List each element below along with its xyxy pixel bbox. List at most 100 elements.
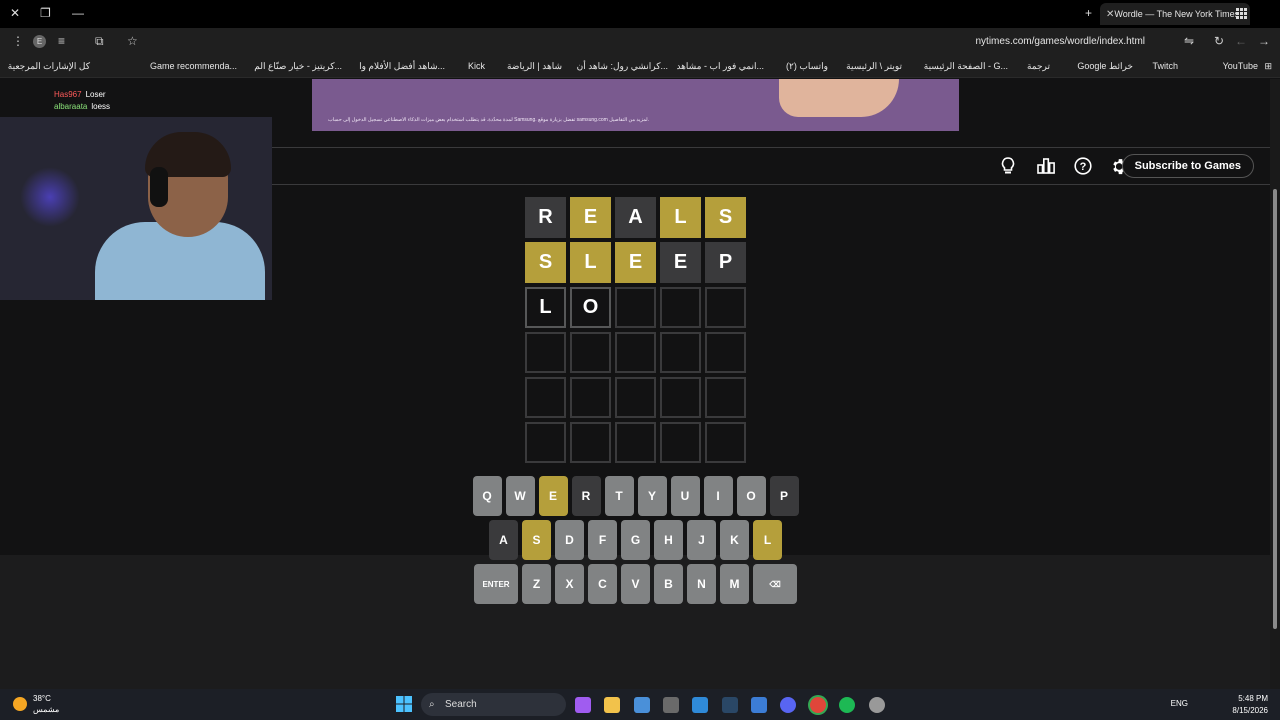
reload-icon[interactable]: ↻: [1214, 34, 1224, 48]
minimize-window-icon[interactable]: —: [72, 6, 84, 20]
key-k[interactable]: K: [720, 520, 749, 560]
chat-username: Has967: [54, 90, 82, 99]
key-e[interactable]: E: [538, 476, 568, 516]
board-tile: L: [525, 287, 566, 328]
app-icon-2[interactable]: [869, 697, 885, 713]
board-tile: [660, 422, 701, 463]
new-tab-icon[interactable]: +: [1085, 6, 1092, 20]
bookmark-item[interactable]: انمي فور اب - مشاهد...: [676, 61, 764, 72]
url-field[interactable]: nytimes.com/games/wordle/index.html: [975, 36, 1145, 47]
bookmarks-overflow-icon[interactable]: ⊞: [1264, 61, 1272, 72]
spotify-icon[interactable]: [839, 697, 855, 713]
key-v[interactable]: V: [621, 564, 650, 604]
language-indicator[interactable]: ENG: [1171, 699, 1188, 708]
bookmark-item[interactable]: Google خرائط: [1077, 61, 1133, 72]
photos-icon[interactable]: [634, 697, 650, 713]
backspace-key[interactable]: ⌫: [753, 564, 797, 604]
back-icon[interactable]: →: [1258, 34, 1270, 48]
browser-tabbar: ✕ ❐ — + ✕ Wordle — The New York Times: [0, 0, 1280, 28]
weather-widget[interactable]: 38°C مشمس: [13, 693, 59, 715]
tab-close-icon[interactable]: ✕: [1106, 9, 1114, 20]
bookmark-item[interactable]: Twitch: [1152, 61, 1178, 71]
enter-key[interactable]: ENTER: [474, 564, 518, 604]
discord-icon[interactable]: [780, 697, 796, 713]
search-icon: ⌕: [429, 699, 435, 710]
key-y[interactable]: Y: [637, 476, 667, 516]
subscribe-button[interactable]: Subscribe to Games: [1121, 154, 1254, 178]
bookmark-item[interactable]: كريتيز - خيار صنّاع الم...: [254, 61, 342, 72]
address-bar: ⋮ E ≡ ⧉ ☆ nytimes.com/games/wordle/index…: [0, 28, 1280, 56]
bookmark-item[interactable]: Game recommenda...: [150, 61, 237, 71]
reading-list-icon[interactable]: ≡: [58, 34, 65, 48]
key-l[interactable]: L: [753, 520, 782, 560]
site-settings-icon[interactable]: ⇋: [1184, 34, 1194, 48]
bookmark-star-icon[interactable]: ☆: [127, 34, 138, 48]
key-w[interactable]: W: [505, 476, 535, 516]
bookmark-item[interactable]: Kick: [468, 61, 485, 71]
key-d[interactable]: D: [555, 520, 584, 560]
key-s[interactable]: S: [522, 520, 551, 560]
tab-wordle[interactable]: ✕ Wordle — The New York Times: [1100, 3, 1250, 25]
restore-window-icon[interactable]: ❐: [40, 6, 51, 20]
system-clock[interactable]: 5:48 PM 8/15/2026: [1232, 693, 1268, 717]
game-header: ? Subscribe to Games: [272, 148, 1270, 185]
bookmark-item[interactable]: تويتر \ الرئيسية: [846, 61, 902, 72]
key-p[interactable]: P: [769, 476, 799, 516]
windows-start-icon[interactable]: [396, 696, 412, 712]
key-r[interactable]: R: [571, 476, 601, 516]
key-x[interactable]: X: [555, 564, 584, 604]
bookmark-item[interactable]: الصفحة الرئيسية - G...: [924, 61, 1008, 72]
key-g[interactable]: G: [621, 520, 650, 560]
store-icon[interactable]: [663, 697, 679, 713]
board-tile: [705, 332, 746, 373]
scrollbar-thumb[interactable]: [1273, 189, 1277, 629]
chat-message: Has967 Loser: [54, 89, 110, 101]
key-c[interactable]: C: [588, 564, 617, 604]
key-j[interactable]: J: [687, 520, 716, 560]
hint-lightbulb-icon[interactable]: [998, 156, 1018, 176]
key-h[interactable]: H: [654, 520, 683, 560]
page-scrollbar[interactable]: [1270, 79, 1280, 689]
profile-avatar[interactable]: E: [33, 35, 46, 48]
board-tile: A: [615, 197, 656, 238]
mail-icon[interactable]: [751, 697, 767, 713]
board-tile: E: [660, 242, 701, 283]
board-tile: [525, 377, 566, 418]
key-o[interactable]: O: [736, 476, 766, 516]
bookmark-item[interactable]: شاهد أفضل الأفلام وا...: [359, 61, 445, 72]
chrome-icon[interactable]: [810, 697, 826, 713]
statistics-icon[interactable]: [1036, 156, 1056, 176]
key-m[interactable]: M: [720, 564, 749, 604]
extensions-icon[interactable]: ⧉: [95, 34, 104, 49]
ad-banner[interactable]: لمدة محدّدة. قد يتطلب استخدام بعض ميزات …: [312, 79, 959, 131]
close-window-icon[interactable]: ✕: [10, 6, 20, 20]
help-icon[interactable]: ?: [1073, 156, 1093, 176]
bookmark-item[interactable]: YouTube: [1223, 61, 1258, 71]
file-explorer-icon[interactable]: [604, 697, 620, 713]
key-i[interactable]: I: [703, 476, 733, 516]
game-board: REALSSLEEPLO: [525, 197, 746, 463]
board-tile: [705, 422, 746, 463]
copilot-icon[interactable]: [575, 697, 591, 713]
bookmark-item[interactable]: شاهد | الرياضة: [507, 61, 562, 72]
steam-icon[interactable]: [722, 697, 738, 713]
board-tile: S: [705, 197, 746, 238]
board-tile: [570, 377, 611, 418]
key-q[interactable]: Q: [472, 476, 502, 516]
key-u[interactable]: U: [670, 476, 700, 516]
key-t[interactable]: T: [604, 476, 634, 516]
taskbar-search[interactable]: ⌕ Search: [421, 693, 566, 716]
key-a[interactable]: A: [489, 520, 518, 560]
bookmark-item[interactable]: كل الإشارات المرجعية: [8, 61, 90, 72]
bookmark-item[interactable]: كرانشي رول: شاهد أن...: [577, 61, 668, 72]
key-n[interactable]: N: [687, 564, 716, 604]
app-icon[interactable]: [692, 697, 708, 713]
key-z[interactable]: Z: [522, 564, 551, 604]
menu-dots-icon[interactable]: ⋮: [12, 34, 24, 48]
bookmark-item[interactable]: (٢) واتساب: [786, 61, 828, 72]
key-f[interactable]: F: [588, 520, 617, 560]
bookmark-item[interactable]: ترجمة: [1027, 61, 1050, 72]
board-tile: R: [525, 197, 566, 238]
forward-icon[interactable]: ←: [1235, 34, 1247, 48]
key-b[interactable]: B: [654, 564, 683, 604]
